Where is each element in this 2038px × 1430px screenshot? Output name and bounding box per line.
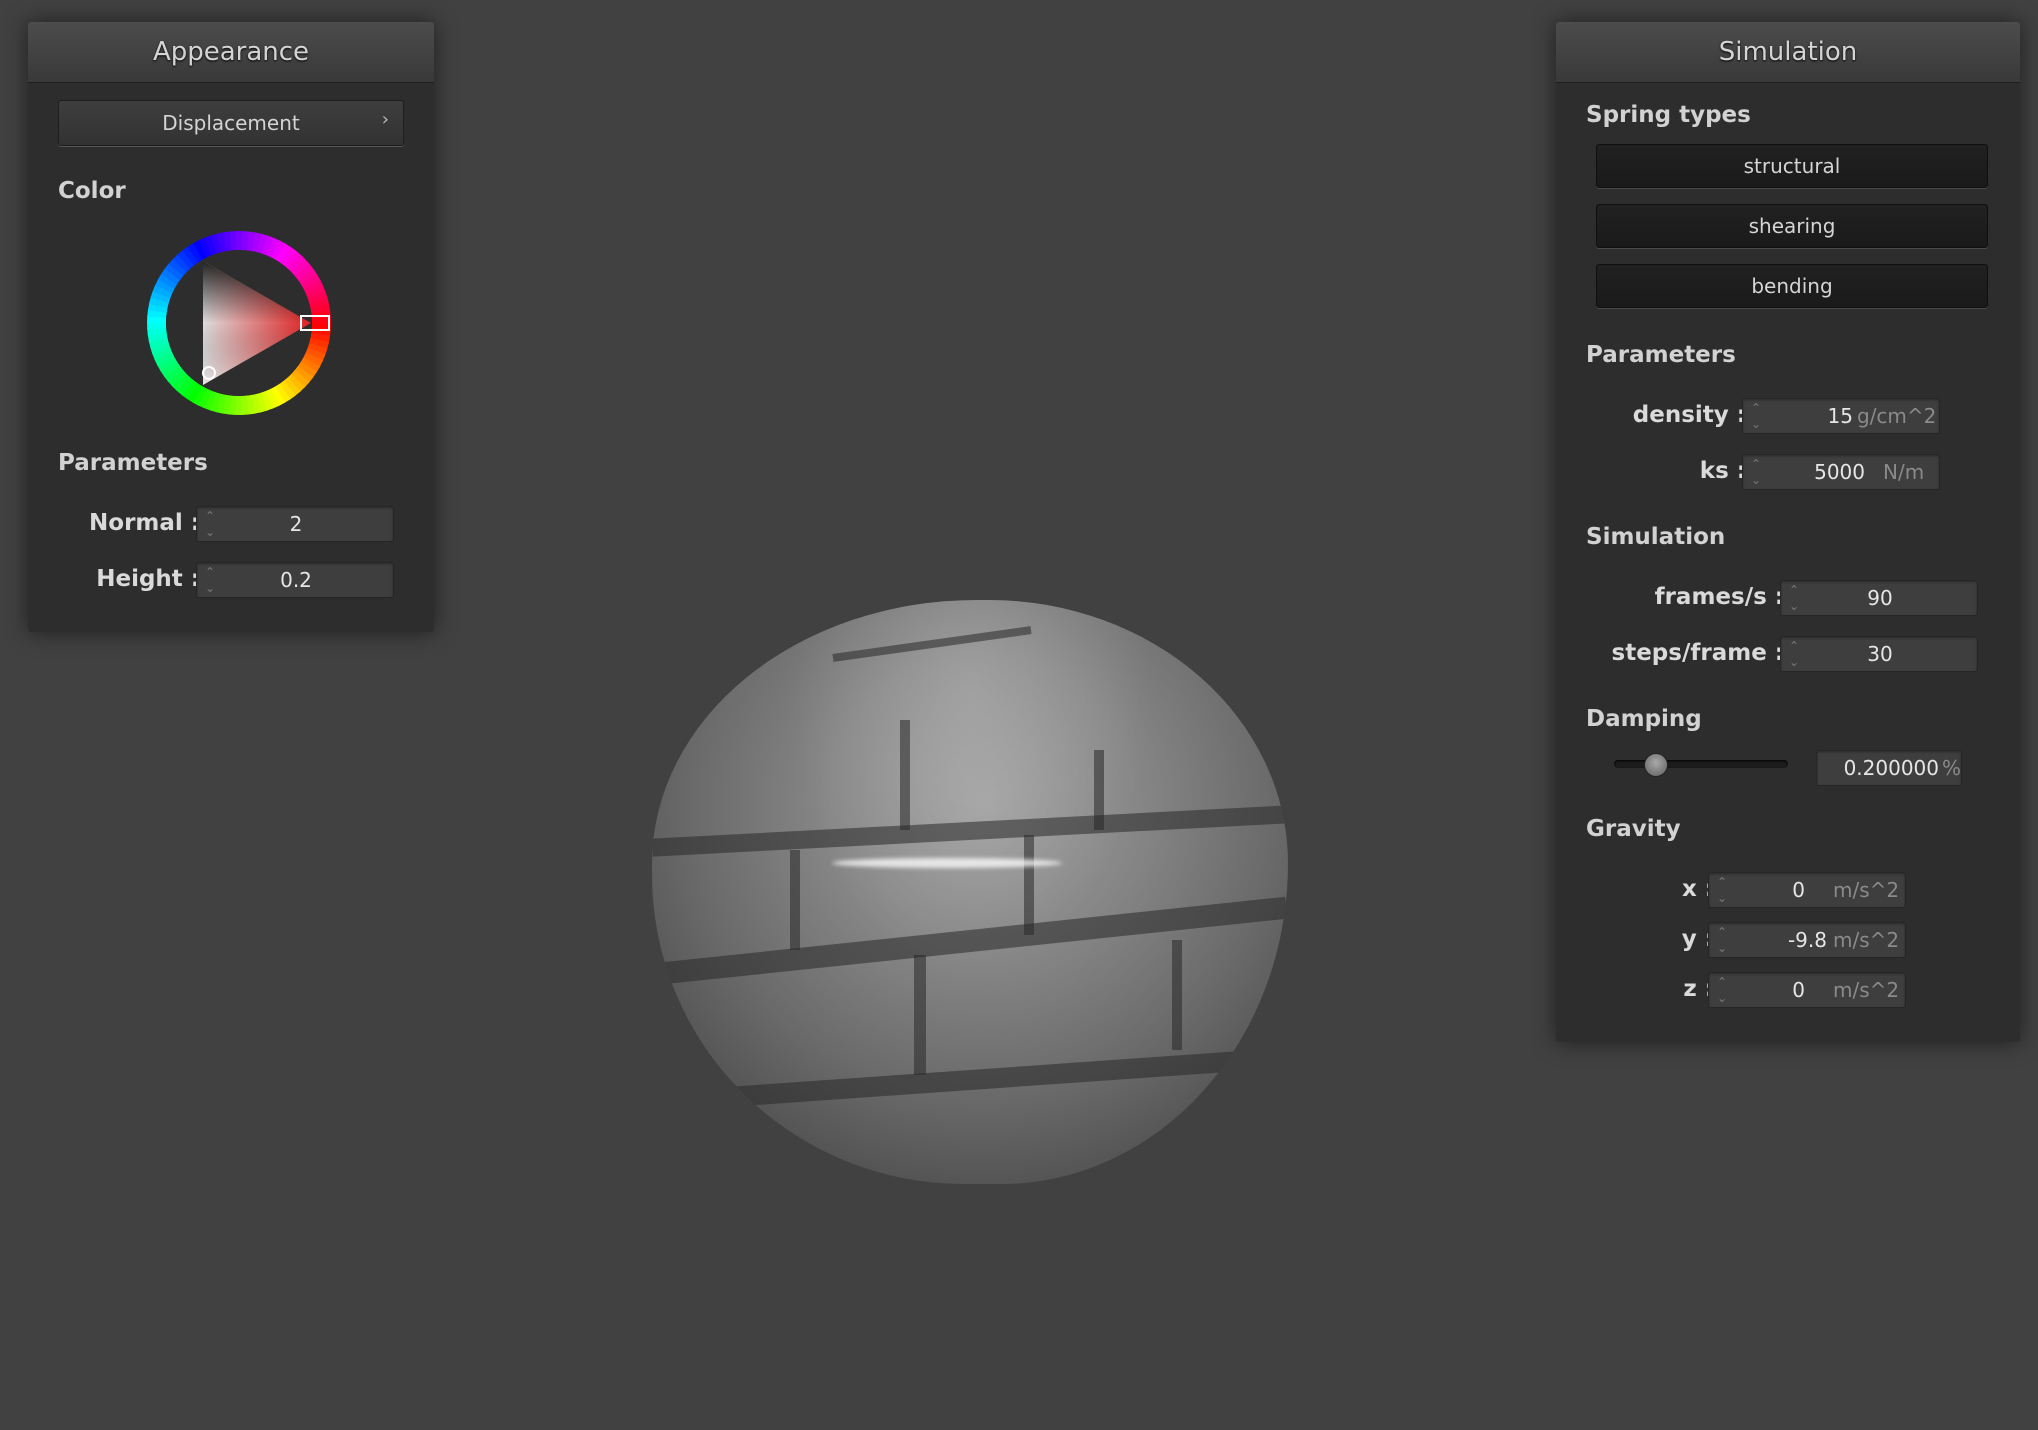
density-label: density : <box>1632 402 1746 428</box>
cloth-sphere-mesh[interactable] <box>652 600 1288 1184</box>
bending-button[interactable]: bending <box>1596 264 1988 308</box>
appearance-window: Appearance Displacement › Color Paramete… <box>28 22 434 632</box>
damping-label: Damping <box>1586 706 1702 732</box>
ks-unit: N/m <box>1883 460 1925 484</box>
gravity-z-value: 0 <box>1792 978 1805 1002</box>
normal-spinbox[interactable]: ⌃ ⌄ 2 <box>196 506 394 542</box>
gravity-y-label: y : <box>1681 926 1714 952</box>
color-wheel[interactable] <box>144 228 334 418</box>
chevron-right-icon: › <box>381 109 389 130</box>
frames-per-second-label: frames/s : <box>1654 584 1784 610</box>
spin-arrows-icon[interactable]: ⌃ ⌄ <box>1749 458 1763 486</box>
gravity-y-unit: m/s^2 <box>1833 928 1900 952</box>
frames-per-second-value: 90 <box>1867 586 1893 610</box>
damping-slider[interactable] <box>1614 753 1788 777</box>
frames-per-second-spinbox[interactable]: ⌃ ⌄ 90 <box>1780 580 1978 616</box>
simulation-window-title[interactable]: Simulation <box>1556 22 2020 83</box>
damping-slider-track <box>1614 760 1788 768</box>
spin-arrows-icon[interactable]: ⌃ ⌄ <box>1715 926 1729 954</box>
ks-spinbox[interactable]: ⌃ ⌄ 5000 N/m <box>1742 454 1940 490</box>
damping-slider-handle[interactable] <box>1644 753 1669 777</box>
gravity-z-unit: m/s^2 <box>1833 978 1900 1002</box>
simulation-section-label: Simulation <box>1586 524 1726 550</box>
gravity-x-unit: m/s^2 <box>1833 878 1900 902</box>
steps-per-frame-label: steps/frame : <box>1611 640 1784 666</box>
steps-per-frame-spinbox[interactable]: ⌃ ⌄ 30 <box>1780 636 1978 672</box>
gravity-z-label: z : <box>1683 976 1714 1002</box>
density-spinbox[interactable]: ⌃ ⌄ 15 g/cm^2 <box>1742 398 1940 434</box>
gravity-y-value: -9.8 <box>1787 928 1827 952</box>
gravity-label: Gravity <box>1586 816 1681 842</box>
density-value: 15 <box>1827 404 1853 428</box>
damping-unit: % <box>1942 756 1962 780</box>
height-value: 0.2 <box>280 568 312 592</box>
height-label: Height : <box>96 566 200 592</box>
simulation-parameters-label: Parameters <box>1586 342 1736 368</box>
spin-arrows-icon[interactable]: ⌃ ⌄ <box>1749 402 1763 430</box>
ks-value: 5000 <box>1814 460 1865 484</box>
appearance-parameters-label: Parameters <box>58 450 208 476</box>
displacement-popup-button[interactable]: Displacement › <box>58 100 404 146</box>
gravity-y-spinbox[interactable]: ⌃ ⌄ -9.8 m/s^2 <box>1708 922 1906 958</box>
damping-value: 0.200000 <box>1843 756 1939 780</box>
structural-button[interactable]: structural <box>1596 144 1988 188</box>
steps-per-frame-value: 30 <box>1867 642 1893 666</box>
normal-label: Normal : <box>89 510 200 536</box>
normal-value: 2 <box>289 512 303 536</box>
gravity-x-spinbox[interactable]: ⌃ ⌄ 0 m/s^2 <box>1708 872 1906 908</box>
spring-types-label: Spring types <box>1586 102 1751 128</box>
shearing-button[interactable]: shearing <box>1596 204 1988 248</box>
displacement-button-label: Displacement <box>162 111 300 135</box>
appearance-window-title[interactable]: Appearance <box>28 22 434 83</box>
spin-arrows-icon[interactable]: ⌃ ⌄ <box>1715 976 1729 1004</box>
gravity-z-spinbox[interactable]: ⌃ ⌄ 0 m/s^2 <box>1708 972 1906 1008</box>
gravity-x-value: 0 <box>1792 878 1805 902</box>
damping-textbox[interactable]: 0.200000 % <box>1816 750 1962 786</box>
color-section-label: Color <box>58 178 126 204</box>
simulation-window: Simulation Spring types structural shear… <box>1556 22 2020 1042</box>
height-spinbox[interactable]: ⌃ ⌄ 0.2 <box>196 562 394 598</box>
density-unit: g/cm^2 <box>1857 404 1937 428</box>
spin-arrows-icon[interactable]: ⌃ ⌄ <box>1715 876 1729 904</box>
gravity-x-label: x : <box>1681 876 1714 902</box>
ks-label: ks : <box>1699 458 1746 484</box>
